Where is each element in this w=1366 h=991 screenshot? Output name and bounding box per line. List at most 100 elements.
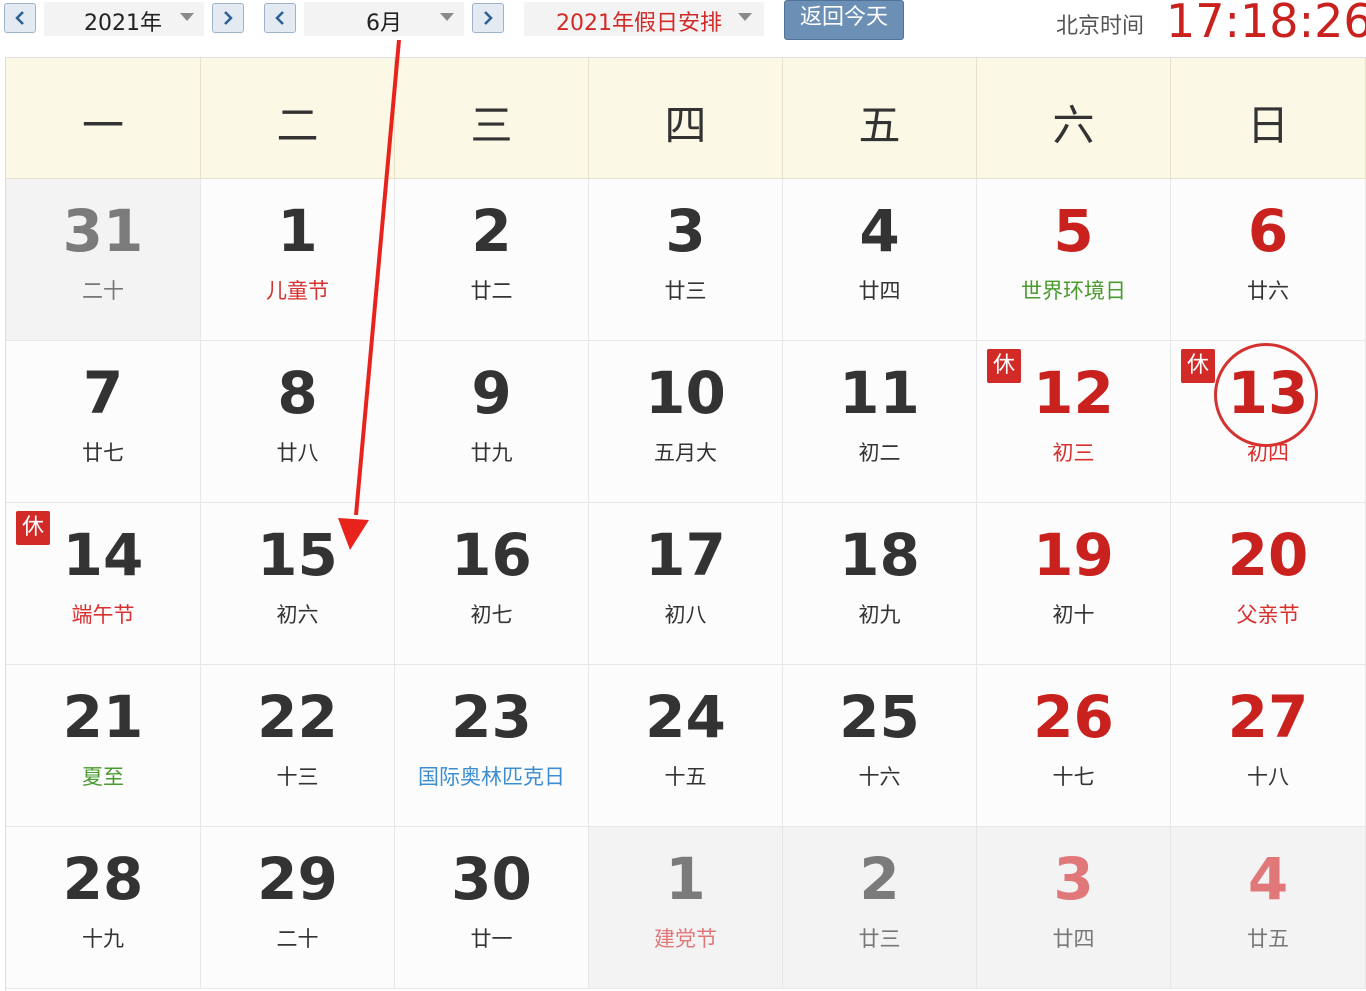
day-number: 18 bbox=[839, 521, 920, 589]
day-cell[interactable]: 25 十六 bbox=[783, 665, 977, 827]
day-cell[interactable]: 19 初十 bbox=[977, 503, 1171, 665]
caret-down-icon bbox=[180, 13, 194, 21]
day-number: 29 bbox=[257, 845, 338, 913]
lunar-date-label: 十七 bbox=[1052, 765, 1095, 789]
caret-down-icon bbox=[440, 13, 454, 21]
lunar-date-label: 廿九 bbox=[470, 441, 513, 465]
day-cell[interactable]: 10 五月大 bbox=[589, 341, 783, 503]
day-cell[interactable]: 23 国际奥林匹克日 bbox=[395, 665, 589, 827]
day-number: 2 bbox=[859, 845, 900, 913]
weekday-header: 日 bbox=[1171, 58, 1366, 179]
next-year-button[interactable] bbox=[212, 3, 244, 33]
day-cell[interactable]: 24 十五 bbox=[589, 665, 783, 827]
day-number: 4 bbox=[1247, 845, 1289, 913]
day-number: 9 bbox=[471, 359, 512, 427]
lunar-date-label: 世界环境日 bbox=[1021, 279, 1126, 303]
day-number: 2 bbox=[471, 197, 512, 265]
lunar-date-label: 二十 bbox=[82, 279, 124, 303]
lunar-date-label: 十三 bbox=[276, 765, 319, 789]
year-select-value: 2021年 bbox=[84, 11, 162, 36]
day-number: 13 bbox=[1227, 359, 1309, 427]
day-cell[interactable]: 9 廿九 bbox=[395, 341, 589, 503]
day-number: 8 bbox=[277, 359, 318, 427]
day-number: 5 bbox=[1053, 197, 1094, 265]
day-cell[interactable]: 休 12 初三 bbox=[977, 341, 1171, 503]
day-cell[interactable]: 26 十七 bbox=[977, 665, 1171, 827]
holiday-schedule-select[interactable]: 2021年假日安排 bbox=[524, 2, 764, 36]
day-number: 15 bbox=[257, 521, 338, 589]
day-number: 7 bbox=[82, 359, 124, 427]
day-cell[interactable]: 8 廿八 bbox=[201, 341, 395, 503]
chevron-left-icon bbox=[275, 11, 284, 25]
day-cell[interactable]: 3 廿三 bbox=[589, 179, 783, 341]
day-number: 17 bbox=[645, 521, 726, 589]
day-cell[interactable]: 22 十三 bbox=[201, 665, 395, 827]
lunar-date-label: 端午节 bbox=[71, 603, 135, 627]
day-number: 16 bbox=[451, 521, 532, 589]
lunar-date-label: 廿五 bbox=[1247, 927, 1289, 951]
day-number: 28 bbox=[62, 845, 144, 913]
day-cell[interactable]: 休 13 初四 bbox=[1171, 341, 1366, 503]
day-number: 22 bbox=[257, 683, 338, 751]
day-cell[interactable]: 6 廿六 bbox=[1171, 179, 1366, 341]
weekday-header: 四 bbox=[589, 58, 783, 179]
lunar-date-label: 初七 bbox=[470, 603, 513, 627]
day-cell[interactable]: 30 廿一 bbox=[395, 827, 589, 989]
lunar-date-label: 初十 bbox=[1052, 603, 1095, 627]
next-month-button[interactable] bbox=[472, 3, 504, 33]
day-cell[interactable]: 31 二十 bbox=[6, 179, 201, 341]
day-cell[interactable]: 27 十八 bbox=[1171, 665, 1366, 827]
day-number: 4 bbox=[859, 197, 900, 265]
day-cell[interactable]: 休 14 端午节 bbox=[6, 503, 201, 665]
day-cell[interactable]: 20 父亲节 bbox=[1171, 503, 1366, 665]
day-cell[interactable]: 2 廿三 bbox=[783, 827, 977, 989]
day-cell[interactable]: 11 初二 bbox=[783, 341, 977, 503]
day-cell[interactable]: 4 廿五 bbox=[1171, 827, 1366, 989]
beijing-time-label: 北京时间 bbox=[1056, 14, 1145, 39]
day-cell[interactable]: 17 初八 bbox=[589, 503, 783, 665]
day-cell[interactable]: 7 廿七 bbox=[6, 341, 201, 503]
lunar-date-label: 初二 bbox=[858, 441, 901, 465]
day-number: 24 bbox=[645, 683, 726, 751]
lunar-date-label: 廿三 bbox=[664, 279, 707, 303]
day-cell[interactable]: 15 初六 bbox=[201, 503, 395, 665]
day-number: 23 bbox=[451, 683, 532, 751]
day-cell[interactable]: 21 夏至 bbox=[6, 665, 201, 827]
lunar-date-label: 国际奥林匹克日 bbox=[418, 765, 565, 789]
day-number: 3 bbox=[1053, 845, 1094, 913]
prev-month-button[interactable] bbox=[264, 3, 296, 33]
lunar-date-label: 十五 bbox=[664, 765, 707, 789]
day-cell[interactable]: 16 初七 bbox=[395, 503, 589, 665]
lunar-date-label: 十六 bbox=[858, 765, 901, 789]
day-cell[interactable]: 2 廿二 bbox=[395, 179, 589, 341]
day-cell[interactable]: 4 廿四 bbox=[783, 179, 977, 341]
day-number: 31 bbox=[62, 197, 144, 265]
lunar-date-label: 初八 bbox=[664, 603, 707, 627]
lunar-date-label: 儿童节 bbox=[266, 279, 329, 303]
lunar-date-label: 五月大 bbox=[654, 441, 717, 465]
lunar-date-label: 廿二 bbox=[470, 279, 513, 303]
weekday-header: 六 bbox=[977, 58, 1171, 179]
day-cell[interactable]: 18 初九 bbox=[783, 503, 977, 665]
lunar-date-label: 廿四 bbox=[858, 279, 901, 303]
weekday-header: 五 bbox=[783, 58, 977, 179]
lunar-date-label: 十八 bbox=[1247, 765, 1289, 789]
day-number: 3 bbox=[665, 197, 706, 265]
weekday-header: 二 bbox=[201, 58, 395, 179]
prev-year-button[interactable] bbox=[4, 3, 36, 33]
chevron-right-icon bbox=[224, 11, 233, 25]
day-number: 14 bbox=[62, 521, 144, 589]
day-cell[interactable]: 5 世界环境日 bbox=[977, 179, 1171, 341]
day-cell[interactable]: 1 儿童节 bbox=[201, 179, 395, 341]
back-to-today-button[interactable]: 返回今天 bbox=[784, 0, 904, 40]
day-cell[interactable]: 1 建党节 bbox=[589, 827, 783, 989]
day-cell[interactable]: 28 十九 bbox=[6, 827, 201, 989]
month-select[interactable]: 6月 bbox=[304, 2, 464, 36]
lunar-date-label: 十九 bbox=[82, 927, 124, 951]
chevron-right-icon bbox=[484, 11, 493, 25]
year-select[interactable]: 2021年 bbox=[44, 2, 204, 36]
day-number: 27 bbox=[1227, 683, 1309, 751]
day-number: 26 bbox=[1033, 683, 1114, 751]
day-cell[interactable]: 29 二十 bbox=[201, 827, 395, 989]
day-cell[interactable]: 3 廿四 bbox=[977, 827, 1171, 989]
